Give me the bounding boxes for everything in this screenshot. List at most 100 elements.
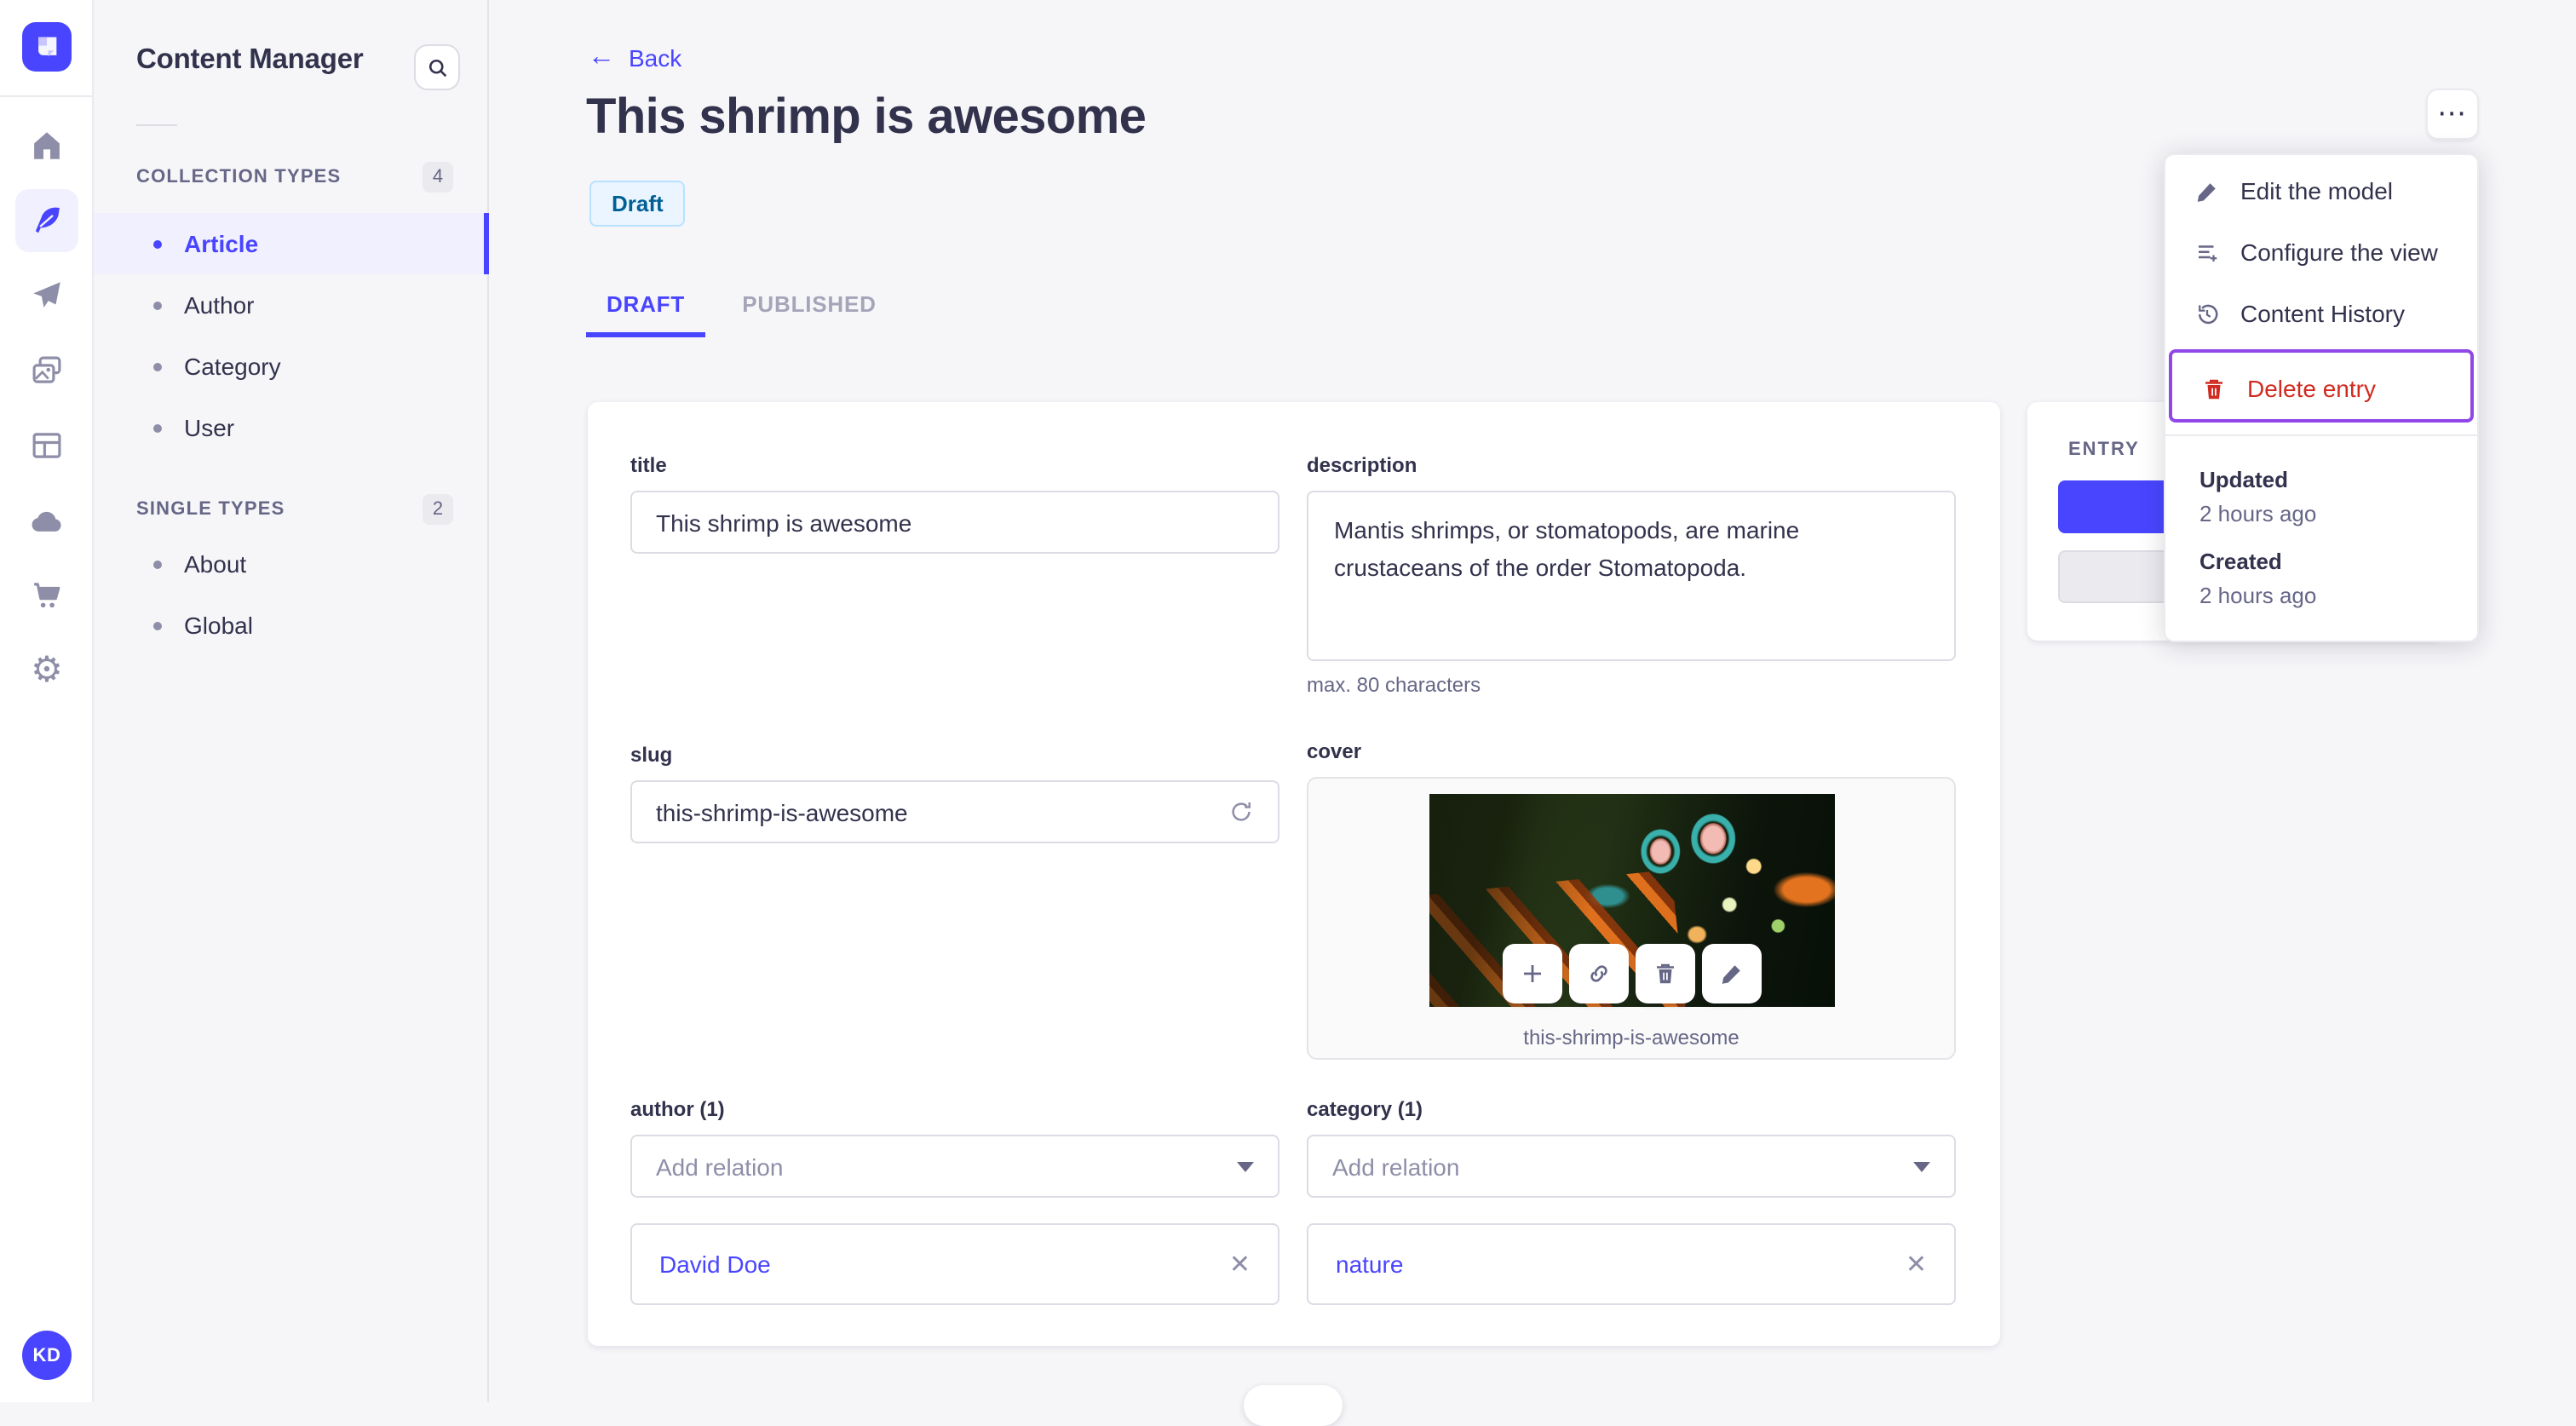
sidebar-item-label: Article bbox=[184, 230, 259, 257]
section-collection-types: COLLECTION TYPES 4 bbox=[136, 162, 453, 193]
sidebar-item-label: About bbox=[184, 550, 247, 578]
sidebar-item-about[interactable]: About bbox=[94, 533, 489, 595]
author-relation-chip[interactable]: David Doe ✕ bbox=[630, 1223, 1279, 1305]
cover-label: cover bbox=[1307, 739, 1362, 763]
focused-menu-item-outline: Delete entry bbox=[2169, 349, 2474, 423]
link-icon bbox=[1590, 965, 1607, 982]
menu-item-configure-the-view[interactable]: Configure the view bbox=[2165, 221, 2477, 283]
chevron-down-icon bbox=[1913, 1161, 1930, 1171]
sidebar-item-user[interactable]: User bbox=[94, 397, 489, 458]
pencil-icon bbox=[1721, 965, 1739, 984]
chevron-down-icon bbox=[1237, 1161, 1254, 1171]
sidebar-search-button[interactable] bbox=[414, 44, 460, 90]
back-label: Back bbox=[629, 44, 682, 72]
section-count-badge: 2 bbox=[423, 494, 453, 525]
refresh-icon[interactable] bbox=[1228, 799, 1254, 825]
cloud-icon[interactable] bbox=[15, 489, 78, 552]
menu-item-delete-entry[interactable]: Delete entry bbox=[2172, 358, 2470, 419]
sidebar-item-category[interactable]: Category bbox=[94, 336, 489, 397]
description-hint: max. 80 characters bbox=[1307, 673, 1481, 697]
menu-item-label: Delete entry bbox=[2247, 375, 2376, 402]
release-paper-plane-icon[interactable] bbox=[15, 264, 78, 327]
sidebar-item-label: Author bbox=[184, 291, 255, 319]
gear-glyph: ⚙ bbox=[31, 649, 63, 690]
sidebar-item-author[interactable]: Author bbox=[94, 274, 489, 336]
menu-item-edit-the-model[interactable]: Edit the model bbox=[2165, 160, 2477, 221]
edit-asset-button[interactable] bbox=[1701, 944, 1761, 1003]
menu-item-content-history[interactable]: Content History bbox=[2165, 283, 2477, 344]
settings-gear-icon[interactable]: ⚙ bbox=[15, 639, 78, 702]
slug-value: this-shrimp-is-awesome bbox=[656, 798, 908, 825]
author-label: author (1) bbox=[630, 1097, 725, 1121]
marketplace-cart-icon[interactable] bbox=[15, 564, 78, 627]
pencil-icon bbox=[2193, 177, 2220, 204]
back-link[interactable]: ← Back bbox=[588, 43, 682, 72]
home-icon[interactable] bbox=[15, 114, 78, 177]
back-arrow-icon: ← bbox=[588, 43, 615, 72]
content-manager-feather-icon[interactable] bbox=[15, 189, 78, 252]
menu-item-label: Edit the model bbox=[2240, 177, 2393, 204]
strapi-logo[interactable] bbox=[22, 22, 72, 72]
collapsed-bottom-pill[interactable] bbox=[1244, 1385, 1343, 1426]
page-title: This shrimp is awesome bbox=[586, 90, 1147, 145]
cover-actions bbox=[1502, 944, 1761, 1003]
status-badge: Draft bbox=[589, 181, 686, 227]
add-asset-button[interactable] bbox=[1502, 944, 1561, 1003]
sidebar-item-article[interactable]: Article bbox=[94, 213, 489, 274]
meta-value: 2 hours ago bbox=[2199, 583, 2317, 608]
relation-link[interactable]: David Doe bbox=[659, 1251, 771, 1278]
delete-asset-button[interactable] bbox=[1635, 944, 1694, 1003]
trash-icon bbox=[1656, 963, 1673, 984]
remove-relation-icon[interactable]: ✕ bbox=[1906, 1251, 1927, 1277]
field-description: description Mantis shrimps, or stomatopo… bbox=[1307, 453, 1956, 697]
strapi-logo-icon bbox=[38, 37, 57, 57]
category-label: category (1) bbox=[1307, 1097, 1423, 1121]
strapi-admin-app: ⚙ KD Content Manager COLLECTION TYPES 4 … bbox=[0, 0, 2576, 1426]
media-library-images-icon[interactable] bbox=[15, 339, 78, 402]
relation-link[interactable]: nature bbox=[1336, 1251, 1403, 1278]
layout-icon[interactable] bbox=[15, 414, 78, 477]
category-placeholder: Add relation bbox=[1332, 1153, 1460, 1180]
cover-asset-box: this-shrimp-is-awesome bbox=[1307, 777, 1956, 1060]
sidebar-item-global[interactable]: Global bbox=[94, 595, 489, 656]
bullet-icon bbox=[153, 560, 162, 568]
sidebar-item-label: User bbox=[184, 414, 235, 441]
field-category: category (1) Add relation nature ✕ bbox=[1307, 1097, 1956, 1305]
title-input[interactable]: This shrimp is awesome bbox=[630, 491, 1279, 554]
category-relation-combobox[interactable]: Add relation bbox=[1307, 1135, 1956, 1198]
tab-draft[interactable]: DRAFT bbox=[586, 278, 705, 329]
copy-link-button[interactable] bbox=[1568, 944, 1628, 1003]
content-manager-sidebar: Content Manager COLLECTION TYPES 4 Artic… bbox=[94, 0, 489, 1402]
more-actions-menu: Edit the model Configure the view Conten… bbox=[2164, 153, 2479, 642]
trash-icon bbox=[2199, 375, 2227, 402]
meta-created: Created 2 hours ago bbox=[2199, 549, 2443, 608]
category-relation-chip[interactable]: nature ✕ bbox=[1307, 1223, 1956, 1305]
field-slug: slug this-shrimp-is-awesome bbox=[630, 743, 1279, 843]
configure-list-icon bbox=[2193, 239, 2220, 266]
tab-published[interactable]: PUBLISHED bbox=[729, 278, 889, 329]
bullet-icon bbox=[153, 423, 162, 432]
sidebar-item-label: Category bbox=[184, 353, 281, 380]
bullet-icon bbox=[153, 362, 162, 371]
title-value: This shrimp is awesome bbox=[656, 509, 912, 536]
more-actions-button[interactable]: ⋯ bbox=[2426, 89, 2479, 140]
meta-label: Updated bbox=[2199, 467, 2288, 492]
author-relation-combobox[interactable]: Add relation bbox=[630, 1135, 1279, 1198]
active-tab-underline bbox=[586, 332, 705, 336]
ellipsis-icon: ⋯ bbox=[2437, 97, 2468, 129]
meta-label: Created bbox=[2199, 549, 2282, 574]
nav-rail: ⚙ KD bbox=[0, 0, 94, 1402]
bullet-icon bbox=[153, 621, 162, 630]
version-tabs: DRAFT PUBLISHED bbox=[586, 278, 889, 336]
field-author: author (1) Add relation David Doe ✕ bbox=[630, 1097, 1279, 1305]
entry-panel-title: ENTRY bbox=[2068, 440, 2140, 460]
user-avatar[interactable]: KD bbox=[22, 1331, 72, 1380]
description-textarea[interactable]: Mantis shrimps, or stomatopods, are mari… bbox=[1307, 491, 1956, 661]
menu-item-label: Configure the view bbox=[2240, 239, 2438, 266]
remove-relation-icon[interactable]: ✕ bbox=[1229, 1251, 1251, 1277]
slug-label: slug bbox=[630, 743, 673, 767]
slug-input[interactable]: this-shrimp-is-awesome bbox=[630, 780, 1279, 843]
section-label: COLLECTION TYPES bbox=[136, 167, 342, 187]
cover-caption: this-shrimp-is-awesome bbox=[1523, 1026, 1739, 1049]
title-label: title bbox=[630, 453, 667, 477]
